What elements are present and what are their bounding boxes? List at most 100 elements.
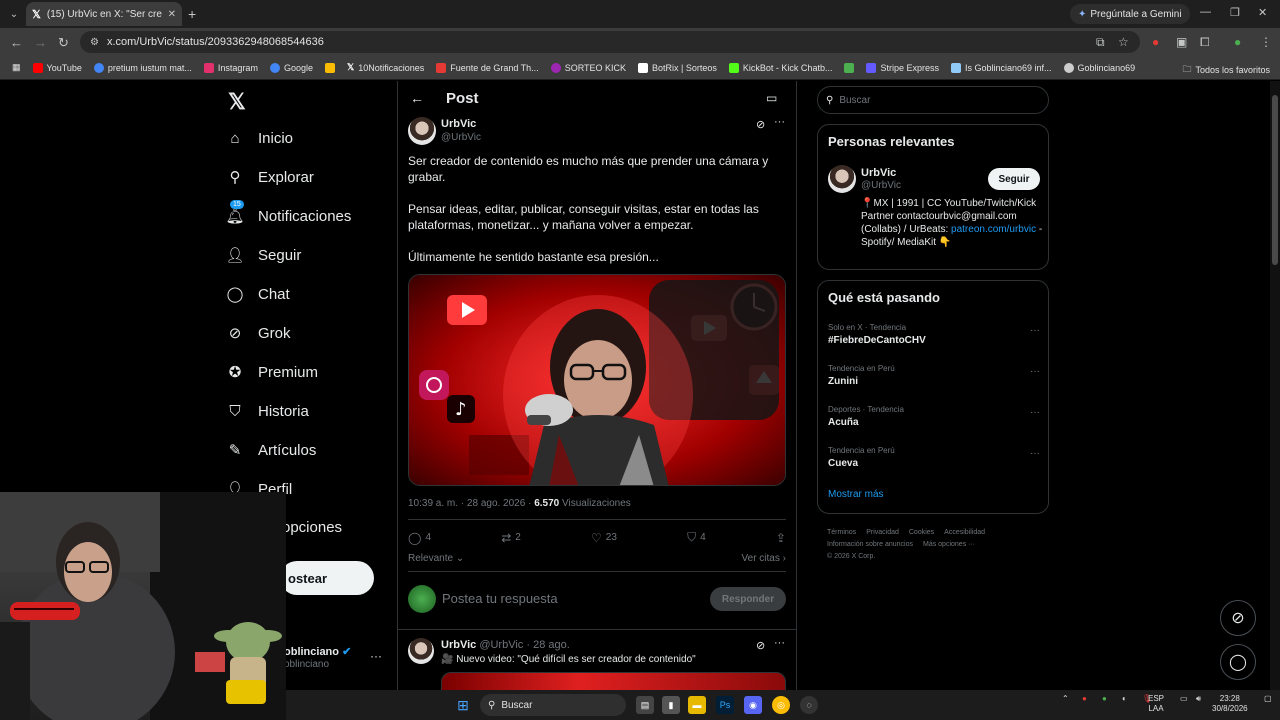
search-input[interactable]: ⚲ Buscar (817, 86, 1049, 114)
thread-more-icon[interactable]: ··· (774, 637, 785, 649)
file-explorer-icon[interactable]: ▬ (688, 696, 706, 714)
bookmark-7[interactable]: SORTEO KICK (545, 62, 632, 73)
sort-dropdown[interactable]: Relevante ⌄ (408, 553, 464, 564)
trend-item[interactable]: Tendencia en Perú Zunini ··· (828, 364, 1040, 387)
author-avatar[interactable] (408, 117, 436, 145)
nav-item-mas-opciones[interactable]: opciones (282, 512, 342, 542)
repost-action[interactable]: ⇄ 2 (501, 530, 521, 545)
relevant-avatar[interactable] (828, 165, 856, 193)
relevant-name[interactable]: UrbVic (861, 167, 896, 179)
nav-item-articulos[interactable]: ✎ Artículos (226, 435, 317, 465)
post-media-image[interactable]: ♪ (408, 274, 786, 486)
bookmark-4[interactable] (319, 62, 341, 73)
bookmark-1[interactable]: pretium iustum mat... (88, 62, 198, 73)
extension-red-icon[interactable]: ● (1152, 35, 1159, 49)
gemini-button[interactable]: ✦ Pregúntale a Gemini (1070, 4, 1190, 24)
bookmark-11[interactable]: Stripe Express (860, 62, 945, 73)
minimize-button[interactable]: — (1200, 6, 1211, 18)
trend-more-icon[interactable]: ··· (1030, 448, 1040, 459)
bookmark-action[interactable]: ⛉ 4 (687, 530, 706, 545)
bookmark-9[interactable]: KickBot - Kick Chatb... (723, 62, 839, 73)
trend-more-icon[interactable]: ··· (1030, 325, 1040, 336)
tray-app-icon[interactable]: ● (1082, 694, 1087, 704)
trend-more-icon[interactable]: ··· (1030, 407, 1040, 418)
volume-icon[interactable]: 🔊︎ (1196, 694, 1201, 704)
close-window-button[interactable]: ✕ (1258, 6, 1267, 19)
grok-explain-icon[interactable]: ⊘ (756, 639, 765, 652)
footer-link[interactable]: Términos (827, 529, 856, 536)
discord-icon[interactable]: ◉ (744, 696, 762, 714)
footer-link[interactable]: Más opciones ··· (923, 541, 975, 548)
account-more-icon[interactable]: ··· (370, 649, 382, 663)
photoshop-icon[interactable]: Ps (716, 696, 734, 714)
back-button[interactable]: ← (10, 35, 23, 50)
follow-button[interactable]: Seguir (988, 168, 1040, 190)
nav-item-premium[interactable]: ✪ Premium (226, 357, 318, 387)
thread-post-media[interactable] (441, 672, 786, 690)
profile-avatar-icon[interactable]: ● (1234, 35, 1241, 49)
language-indicator[interactable]: ESP LAA (1148, 694, 1164, 714)
bookmark-2[interactable]: Instagram (198, 62, 264, 73)
page-scrollbar[interactable] (1270, 81, 1280, 690)
trend-item[interactable]: Deportes · Tendencia Acuña ··· (828, 405, 1040, 428)
scrollbar-thumb[interactable] (1272, 95, 1278, 265)
footer-link[interactable]: Información sobre anuncios (827, 541, 913, 548)
bio-link[interactable]: patreon.com/urbvic (951, 224, 1036, 235)
bookmark-12[interactable]: Is Goblinciano69 inf... (945, 62, 1058, 73)
chat-fab-button[interactable]: ◯ (1220, 644, 1256, 680)
x-logo-icon[interactable]: 𝕏 (228, 89, 246, 115)
bookmark-5[interactable]: 𝕏 10Notificaciones (341, 62, 430, 73)
nav-item-notificaciones[interactable]: 🔔︎ 15 Notificaciones (225, 200, 351, 231)
nav-item-seguir[interactable]: 👤︎ Seguir (225, 240, 301, 270)
account-name[interactable]: oblinciano ✔ (284, 645, 351, 658)
taskbar-search[interactable]: ⚲ Buscar (480, 694, 626, 716)
grok-explain-icon[interactable]: ⊘ (756, 118, 765, 131)
thread-author-avatar[interactable] (408, 638, 434, 664)
nav-item-grok[interactable]: ⊘ Grok (226, 318, 291, 348)
nav-item-inicio[interactable]: ⌂ Inicio (226, 123, 293, 153)
restore-button[interactable]: ❐ (1230, 6, 1240, 19)
footer-link[interactable]: Accesibilidad (944, 529, 985, 536)
share-action[interactable]: ⇪ (776, 530, 786, 545)
nav-item-historia[interactable]: ⛉ Historia (226, 396, 309, 426)
extension-icon[interactable]: ▣ (1176, 35, 1187, 49)
bookmark-3[interactable]: Google (264, 62, 319, 73)
windows-start-icon[interactable]: ⊞ (454, 696, 472, 714)
bookmark-13[interactable]: Goblinciano69 (1058, 62, 1142, 73)
tray-app-icon[interactable]: ● (1102, 694, 1107, 704)
back-arrow-icon[interactable]: ← (410, 90, 424, 106)
clock[interactable]: 23:28 30/8/2026 (1212, 694, 1248, 714)
site-info-icon[interactable]: ⚙ (90, 37, 99, 48)
apps-grid-icon[interactable]: ▦ (6, 62, 27, 73)
forward-button[interactable]: → (34, 35, 47, 50)
notifications-icon[interactable]: ▢ (1264, 694, 1272, 704)
grok-fab-button[interactable]: ⊘ (1220, 600, 1256, 636)
reload-button[interactable]: ↻ (58, 35, 69, 51)
network-icon[interactable]: ▭ (1180, 694, 1188, 704)
bookmark-star-icon[interactable]: ☆ (1118, 35, 1129, 49)
like-action[interactable]: ♡ 23 (591, 530, 617, 545)
thread-post[interactable]: UrbVic @UrbVic · 28 ago. ⊘ ··· 🎥 Nuevo v… (398, 629, 796, 690)
address-bar[interactable]: ⚙ x.com/UrbVic/status/209336294806854463… (80, 31, 1140, 53)
app-icon[interactable]: ▮ (662, 696, 680, 714)
obs-icon[interactable]: ◌ (800, 696, 818, 714)
footer-link[interactable]: Cookies (909, 529, 934, 536)
post-button[interactable]: ostear (280, 561, 374, 595)
tab-search-button[interactable]: ⌄ (4, 4, 24, 24)
reply-input[interactable]: Postea tu respuesta (442, 591, 558, 606)
browser-menu-icon[interactable]: ⋮ (1260, 35, 1272, 49)
nav-item-chat[interactable]: ◯ Chat (226, 279, 290, 309)
extensions-puzzle-icon[interactable]: ⧠ (1200, 35, 1210, 50)
install-app-icon[interactable]: ⧉ (1096, 35, 1105, 50)
close-tab-icon[interactable]: ✕ (168, 9, 176, 20)
nav-item-explorar[interactable]: ⚲ Explorar (226, 162, 314, 192)
author-handle[interactable]: @UrbVic (441, 132, 481, 143)
trend-item[interactable]: Solo en X · Tendencia #FiebreDeCantoCHV … (828, 323, 1040, 346)
browser-tab-active[interactable]: 𝕏 (15) UrbVic en X: "Ser creador d ✕ (26, 2, 182, 26)
reply-button[interactable]: Responder (710, 587, 786, 611)
task-view-icon[interactable]: ▤ (636, 696, 654, 714)
all-bookmarks[interactable]: 🗀 Todos los favoritos (1182, 62, 1270, 78)
show-more-link[interactable]: Mostrar más (828, 489, 884, 500)
tray-chevron-icon[interactable]: ⌃ (1062, 694, 1069, 704)
reader-mode-icon[interactable]: ▭ (766, 91, 777, 105)
